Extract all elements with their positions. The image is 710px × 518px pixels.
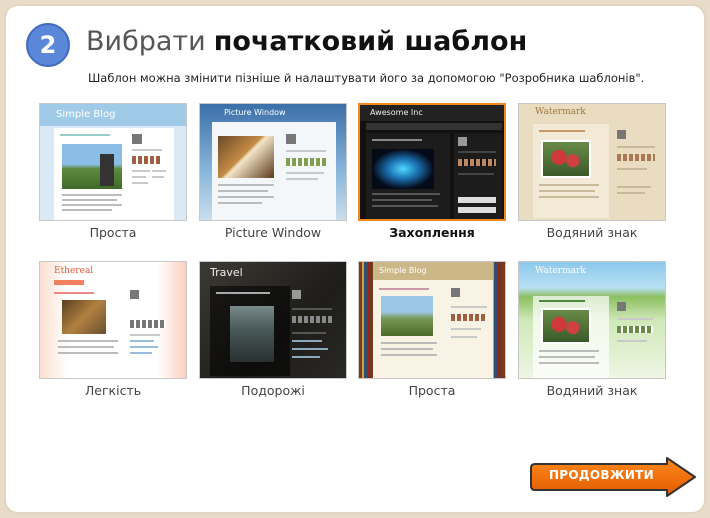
template-label: Легкість	[84, 383, 142, 398]
template-option-simple[interactable]: Simple Blog Проста	[39, 103, 187, 240]
thumb-title: Awesome Inc	[370, 108, 423, 117]
wizard-panel: 2 Вибрати початковий шаблон Шаблон можна …	[4, 4, 706, 514]
template-thumbnail: Watermark	[518, 103, 666, 221]
thumb-title: Ethereal	[54, 266, 94, 276]
template-thumbnail: Watermark	[518, 261, 666, 379]
continue-button[interactable]: ПРОДОВЖИТИ	[529, 456, 699, 498]
template-label: Picture Window	[224, 225, 322, 240]
template-option-simple-books[interactable]: Simple Blog Проста	[358, 261, 506, 398]
template-label: Подорожі	[241, 383, 305, 398]
page-title-light: Вибрати	[86, 26, 206, 57]
template-label: Захоплення	[389, 225, 475, 240]
template-thumbnail: Travel	[199, 261, 347, 379]
continue-button-label: ПРОДОВЖИТИ	[548, 468, 655, 482]
template-option-watermark-green[interactable]: Watermark Водяний знак	[518, 261, 666, 398]
step-number-badge: 2	[26, 23, 70, 67]
thumb-title: Watermark	[535, 107, 586, 117]
template-thumbnail: Picture Window	[199, 103, 347, 221]
template-label: Проста	[408, 383, 456, 398]
template-label: Проста	[89, 225, 137, 240]
template-option-watermark[interactable]: Watermark Водяний знак	[518, 103, 666, 240]
template-thumbnail: Ethereal	[39, 261, 187, 379]
page-title: Вибрати початковий шаблон	[86, 26, 527, 57]
template-label: Водяний знак	[546, 225, 638, 240]
template-option-picture-window[interactable]: Picture Window Picture Window	[199, 103, 347, 240]
template-thumbnail: Simple Blog	[358, 261, 506, 379]
template-option-travel[interactable]: Travel Подорожі	[199, 261, 347, 398]
page-subtitle: Шаблон можна змінити пізніше й налаштува…	[88, 71, 645, 85]
template-thumbnail: Awesome Inc	[358, 103, 506, 221]
template-label: Водяний знак	[546, 383, 638, 398]
thumb-title: Simple Blog	[379, 266, 427, 275]
thumb-title: Travel	[210, 266, 243, 279]
thumb-title: Simple Blog	[56, 109, 116, 120]
thumb-title: Watermark	[535, 266, 586, 276]
thumb-title: Picture Window	[224, 108, 286, 117]
template-option-awesome[interactable]: Awesome Inc Захоплення	[358, 103, 506, 240]
template-thumbnail: Simple Blog	[39, 103, 187, 221]
page-title-bold: початковий шаблон	[213, 26, 528, 57]
template-option-ethereal[interactable]: Ethereal Легкість	[39, 261, 187, 398]
